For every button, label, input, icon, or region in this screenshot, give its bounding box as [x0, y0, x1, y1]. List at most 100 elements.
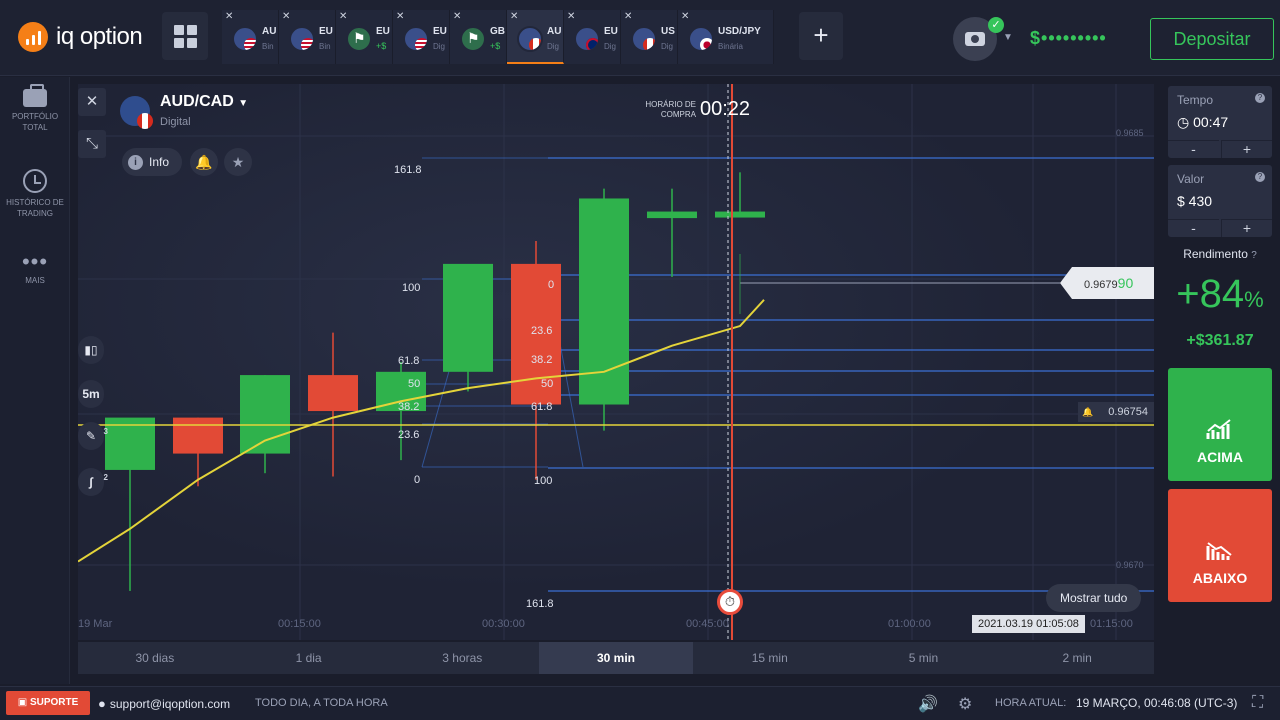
tab-symbol: EU [433, 26, 447, 37]
asset-grid-button[interactable] [162, 12, 208, 60]
asset-tab[interactable]: ✕ EU Dig [393, 10, 450, 64]
indicators-button[interactable]: ∫ 2 [78, 468, 108, 496]
timeframe-option[interactable]: 2 min [1000, 642, 1154, 674]
help-icon[interactable]: ? [1255, 172, 1265, 182]
fib-level-label: 23.6 [398, 429, 420, 441]
currency-flag-icon [688, 26, 714, 52]
chevron-down-icon[interactable]: ▼ [1003, 32, 1013, 43]
time-plus-button[interactable]: + [1221, 140, 1272, 158]
briefcase-icon [23, 84, 47, 107]
fib-level-label: 0 [548, 279, 555, 291]
timeframe-button[interactable]: 5m [78, 380, 104, 408]
fullscreen-icon[interactable]: ⛶ [1252, 694, 1263, 712]
amount-label: Valor [1177, 172, 1205, 186]
current-time-label: HORA ATUAL: [995, 697, 1067, 709]
left-sidebar: PORTFÓLIO TOTAL HISTÓRICO DE TRADING •••… [0, 77, 70, 684]
check-icon: ✓ [988, 17, 1004, 33]
help-icon[interactable]: ? [1255, 93, 1265, 103]
fib-level-label: 50 [408, 378, 421, 390]
tab-type: Binária [718, 42, 743, 51]
close-tab-icon[interactable]: ✕ [282, 11, 290, 22]
timeframe-option[interactable]: 1 dia [232, 642, 386, 674]
close-tab-icon[interactable]: ✕ [681, 11, 689, 22]
purchase-time-label: HORÁRIO DE COMPRA [645, 100, 696, 119]
logo[interactable]: iq option [18, 22, 143, 52]
asset-tab[interactable]: ✕ EU Bin [279, 10, 336, 64]
tab-symbol: USD/JPY [718, 26, 761, 37]
amount-box[interactable]: Valor ? $ 430 - + [1168, 165, 1272, 237]
fib-level-label: 61.8 [531, 401, 553, 413]
purchase-countdown: 00:22 [700, 98, 751, 120]
asset-tab[interactable]: ✕ AU Bin [222, 10, 279, 64]
close-tab-icon[interactable]: ✕ [510, 11, 518, 22]
close-chart-button[interactable]: ✕ [78, 88, 106, 116]
help-icon[interactable]: ? [1251, 250, 1257, 261]
call-button[interactable]: ACIMA [1168, 368, 1272, 481]
cursor-time-tag: 2021.03.19 01:05:08 [972, 615, 1085, 633]
collapse-chart-button[interactable]: ⤡ [78, 130, 106, 158]
timeframe-option[interactable]: 30 min [539, 642, 693, 674]
alert-level-tag[interactable]: 0.96754 [1078, 402, 1154, 422]
candle-body [240, 375, 290, 454]
close-tab-icon[interactable]: ✕ [624, 11, 632, 22]
x-axis-tick-label: 19 Mar [78, 618, 113, 630]
close-tab-icon[interactable]: ✕ [453, 11, 461, 22]
fib-level-label: 161.8 [394, 164, 422, 176]
asset-type: Digital [160, 116, 191, 128]
volume-icon[interactable]: 🔊 [918, 694, 938, 714]
favorite-button[interactable]: ★ [224, 148, 252, 176]
asset-tab[interactable]: ✕ US Dig [621, 10, 678, 64]
tab-type: Dig [604, 42, 617, 51]
sidebar-item-history[interactable]: HISTÓRICO DE TRADING [0, 169, 70, 219]
sidebar-item-more[interactable]: ••• MAIS [0, 251, 70, 286]
sidebar-item-label: PORTFÓLIO TOTAL [11, 112, 59, 132]
indicators-count-badge: 2 [103, 473, 108, 482]
time-value[interactable]: ◷ 00:47 [1177, 114, 1228, 131]
time-box[interactable]: Tempo ? ◷ 00:47 - + [1168, 86, 1272, 158]
close-tab-icon[interactable]: ✕ [339, 11, 347, 22]
close-tab-icon[interactable]: ✕ [225, 11, 233, 22]
add-tab-button[interactable]: + [799, 12, 843, 60]
tab-type: Dig [661, 42, 674, 51]
tab-symbol: GB [490, 26, 505, 37]
amount-plus-button[interactable]: + [1221, 219, 1272, 237]
amount-value[interactable]: $ 430 [1177, 193, 1212, 209]
timeframe-option[interactable]: 5 min [847, 642, 1001, 674]
yield-amount: +$361.87 [1186, 332, 1254, 349]
show-all-button[interactable]: Mostrar tudo [1046, 584, 1142, 612]
timeframe-option[interactable]: 15 min [693, 642, 847, 674]
expiry-timer-icon[interactable]: ⏱ [717, 589, 743, 615]
alert-button[interactable]: 🔔 [190, 148, 218, 176]
candles-icon: ▮▯ [84, 343, 98, 357]
yield-label: Rendimento ? [1183, 247, 1257, 261]
currency-flag-icon [517, 26, 543, 52]
asset-tab[interactable]: ✕ EU +$ [336, 10, 393, 64]
amount-minus-button[interactable]: - [1168, 219, 1219, 237]
gear-icon[interactable]: ⚙ [958, 694, 972, 714]
close-tab-icon[interactable]: ✕ [396, 11, 404, 22]
x-axis-tick-label: 01:15:00 [1090, 618, 1133, 630]
drawing-tools-button[interactable]: ✎ 3 [78, 422, 108, 450]
asset-tab[interactable]: ✕ GB +$ [450, 10, 507, 64]
deposit-button[interactable]: Depositar [1150, 18, 1274, 60]
sidebar-item-portfolio[interactable]: PORTFÓLIO TOTAL [0, 84, 70, 133]
asset-tab[interactable]: ✕ AU Dig [507, 10, 564, 64]
put-button[interactable]: ABAIXO [1168, 489, 1272, 602]
timeframe-option[interactable]: 3 horas [385, 642, 539, 674]
star-icon: ★ [231, 154, 245, 170]
close-tab-icon[interactable]: ✕ [567, 11, 575, 22]
info-button[interactable]: i Info [122, 148, 182, 176]
current-time-value: 19 MARÇO, 00:46:08 (UTC-3) [1076, 696, 1238, 710]
asset-tab[interactable]: ✕ USD/JPY Binária [678, 10, 774, 64]
currency-flag-icon [403, 26, 429, 52]
balance-dropdown[interactable]: $••••••••• [1030, 28, 1107, 49]
support-email-link[interactable]: support@iqoption.com [98, 696, 230, 711]
logo-text: iq option [56, 23, 143, 50]
price-chart[interactable]: ✕ ⤡ AUD/CAD ▼ Digital i Info 🔔 ★ ▮▯ 5m ✎… [78, 84, 1154, 640]
timeframe-option[interactable]: 30 dias [78, 642, 232, 674]
y-axis-tick-label: 0.9670 [1116, 560, 1144, 570]
chart-type-button[interactable]: ▮▯ [78, 336, 104, 364]
time-minus-button[interactable]: - [1168, 140, 1219, 158]
support-button[interactable]: ▣ SUPORTE [6, 691, 90, 715]
asset-tab[interactable]: ✕ EU Dig [564, 10, 621, 64]
